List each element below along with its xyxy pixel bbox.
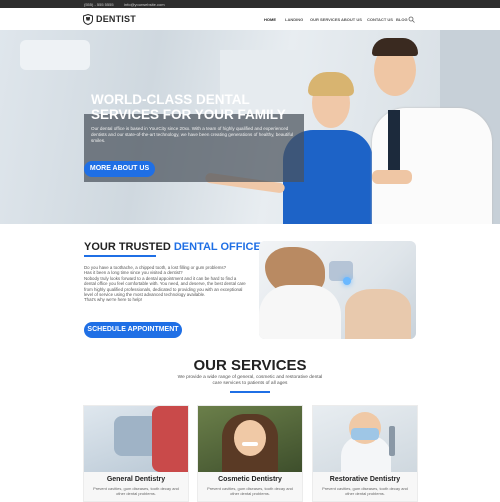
general-dentistry-image xyxy=(84,406,188,472)
nurse-hair xyxy=(308,72,354,96)
nav-blog[interactable]: BLOG xyxy=(396,17,408,22)
patient-face xyxy=(345,289,411,339)
service-card-restorative[interactable]: Restorative Dentistry Prevent cavities, … xyxy=(312,405,418,502)
site-header: DENTIST HOME LANDING OUR SERVICES ABOUT … xyxy=(0,8,500,31)
nav-landing[interactable]: LANDING xyxy=(285,17,303,22)
nav-our-services[interactable]: OUR SERVICES xyxy=(310,17,340,22)
office-description: Do you have a toothache, a chipped tooth… xyxy=(84,265,249,303)
doctor-hair xyxy=(372,38,418,56)
doctor-tie xyxy=(388,110,400,170)
restorative-dentistry-image xyxy=(313,406,417,472)
office-paragraph: Nobody truly looks forward to a dental a… xyxy=(84,275,246,298)
service-card-title: Restorative Dentistry xyxy=(329,476,401,483)
nav-about-us[interactable]: ABOUT US xyxy=(341,17,362,22)
service-card-title: Cosmetic Dentistry xyxy=(218,476,282,483)
tooth-shield-icon xyxy=(83,13,93,25)
services-title: OUR SERVICES xyxy=(193,357,307,374)
office-title-accent: DENTAL OFFICE xyxy=(173,241,261,253)
doctor-hand xyxy=(372,170,412,184)
logo[interactable]: DENTIST xyxy=(83,12,136,26)
phone-number[interactable]: (555) - 555 5555 xyxy=(84,2,114,7)
face-mask xyxy=(351,428,379,440)
service-card-text: Prevent cavities, gum diseases, tooth de… xyxy=(93,486,179,496)
services-underline xyxy=(230,391,270,393)
more-about-us-button[interactable]: MORE ABOUT US xyxy=(84,161,155,177)
office-section-title: YOUR TRUSTED DENTAL OFFICE xyxy=(84,241,261,253)
service-card-text: Prevent cavities, gum diseases, tooth de… xyxy=(207,486,293,496)
hero-title: WORLD-CLASS DENTAL SERVICES FOR YOUR FAM… xyxy=(91,92,286,122)
office-title-plain: YOUR TRUSTED xyxy=(84,241,174,253)
dentist-coat xyxy=(259,285,341,339)
service-card-text: Prevent cavities, gum diseases, tooth de… xyxy=(322,486,408,496)
dental-procedure-photo xyxy=(259,241,416,339)
logo-text: DENTIST xyxy=(96,14,136,24)
office-paragraph: That's why we're here to help! xyxy=(84,297,143,303)
woman-face xyxy=(234,420,266,456)
nav-home[interactable]: HOME xyxy=(264,17,276,22)
services-description: We provide a wide range of general, cosm… xyxy=(177,375,323,386)
office-title-underline xyxy=(84,255,156,257)
service-card-cosmetic[interactable]: Cosmetic Dentistry Prevent cavities, gum… xyxy=(197,405,303,502)
email-address[interactable]: info@yourwebsite.com xyxy=(124,2,165,7)
woman-smile xyxy=(242,442,258,446)
dental-chair xyxy=(152,406,188,472)
dental-instrument xyxy=(389,426,395,456)
curing-light xyxy=(343,277,351,285)
nav-contact-us[interactable]: CONTACT US xyxy=(367,17,393,22)
service-card-title: General Dentistry xyxy=(106,476,166,483)
cosmetic-dentistry-image xyxy=(198,406,302,472)
hero-description: Our dental office is based in YourCity s… xyxy=(91,126,294,143)
top-bar: (555) - 555 5555 info@yourwebsite.com xyxy=(0,0,500,8)
clinic-lamp-shape xyxy=(20,40,90,70)
schedule-appointment-button[interactable]: SCHEDULE APPOINTMENT xyxy=(84,322,182,338)
search-icon[interactable] xyxy=(408,16,415,23)
service-card-general[interactable]: General Dentistry Prevent cavities, gum … xyxy=(83,405,189,502)
